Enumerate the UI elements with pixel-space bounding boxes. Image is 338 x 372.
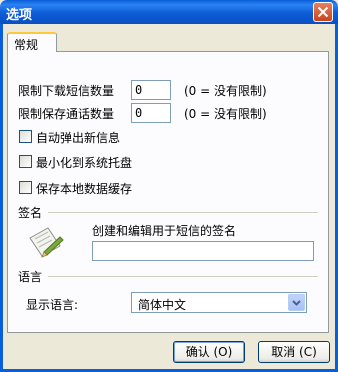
language-group-label: 语言 bbox=[18, 270, 43, 284]
ok-button[interactable]: 确认 (O) bbox=[173, 341, 245, 363]
title-bar: 选项 bbox=[0, 0, 338, 24]
cancel-button[interactable]: 取消 (C) bbox=[258, 341, 330, 363]
save-limit-hint: (0 = 没有限制) bbox=[184, 107, 267, 121]
close-button[interactable] bbox=[313, 2, 333, 22]
signature-group-label: 签名 bbox=[18, 206, 43, 220]
download-limit-hint: (0 = 没有限制) bbox=[184, 84, 267, 98]
minimize-tray-checkbox[interactable] bbox=[19, 155, 32, 168]
local-cache-checkbox[interactable] bbox=[19, 181, 32, 194]
pen-and-paper-icon bbox=[29, 227, 64, 258]
signature-divider bbox=[48, 212, 318, 213]
close-icon bbox=[317, 6, 329, 18]
signature-description: 创建和编辑用于短信的签名 bbox=[92, 224, 237, 238]
download-limit-label: 限制下载短信数量 bbox=[18, 84, 115, 98]
language-select[interactable]: 简体中文 bbox=[131, 292, 307, 313]
language-select-value: 简体中文 bbox=[138, 298, 187, 312]
language-divider bbox=[48, 276, 318, 277]
chevron-down-icon[interactable] bbox=[288, 294, 305, 311]
save-limit-label: 限制保存通话数量 bbox=[18, 107, 115, 121]
local-cache-label: 保存本地数据缓存 bbox=[36, 182, 133, 196]
auto-popup-checkbox[interactable] bbox=[19, 130, 32, 143]
minimize-tray-label: 最小化到系统托盘 bbox=[36, 156, 133, 170]
tab-general-label: 常规 bbox=[14, 38, 39, 52]
tab-general[interactable]: 常规 bbox=[7, 32, 57, 52]
auto-popup-label: 自动弹出新信息 bbox=[36, 131, 121, 145]
signature-input[interactable] bbox=[92, 241, 314, 261]
save-limit-input[interactable]: 0 bbox=[131, 103, 171, 123]
download-limit-input[interactable]: 0 bbox=[131, 80, 171, 100]
display-language-label: 显示语言: bbox=[26, 298, 79, 312]
window-title: 选项 bbox=[6, 8, 33, 23]
